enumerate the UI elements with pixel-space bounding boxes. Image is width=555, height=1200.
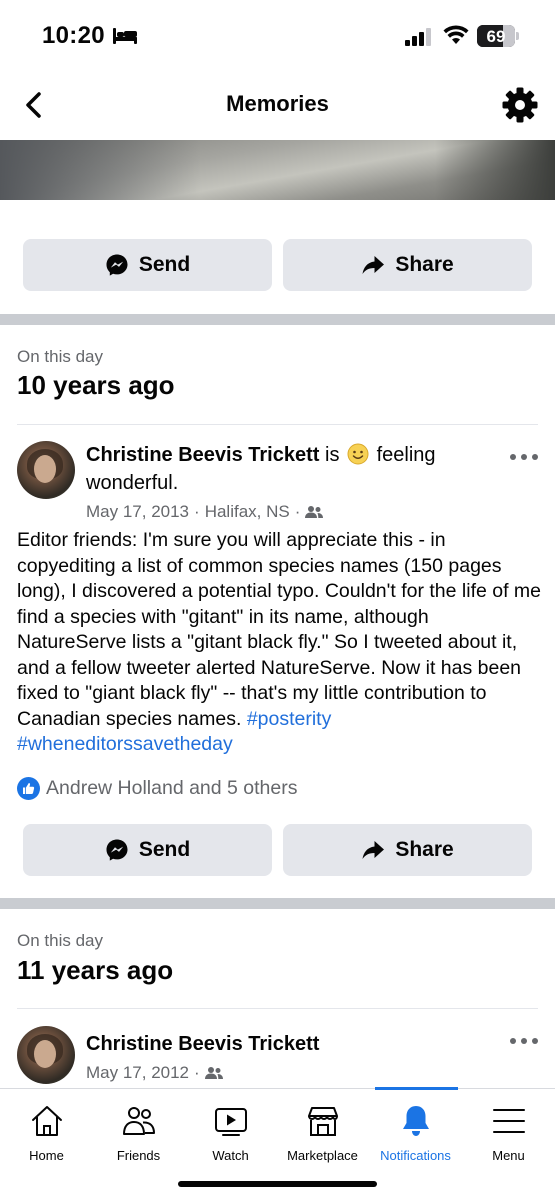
author-name[interactable]: Christine Beevis Trickett [86,444,319,466]
post-header: Christine Beevis Trickett [86,1030,486,1058]
section-divider [0,314,555,325]
feeling-text: feeling [376,444,436,466]
post-meta: May 17, 2012 · [86,1063,223,1083]
gear-icon[interactable] [501,86,539,124]
tab-friends[interactable]: Friends [92,1089,185,1169]
status-bar: 10:20 69 [0,0,555,70]
smiley-feeling-icon [347,443,369,465]
battery-level: 69 [486,27,506,46]
heading-divider [17,1008,538,1009]
avatar[interactable] [17,441,75,499]
home-indicator [178,1181,377,1187]
tab-label: Menu [492,1148,525,1163]
send-label: Send [138,838,191,861]
post-date[interactable]: May 17, 2013 [86,502,189,522]
on-this-day-label: On this day [17,347,103,366]
send-button[interactable]: Send [23,824,272,876]
post-header: Christine Beevis Trickett is feeling won… [86,441,486,497]
more-options-button[interactable] [510,1036,538,1046]
feeling-value: wonderful. [86,472,179,494]
messenger-icon [106,254,128,276]
post-action-row: Send Share [23,824,532,876]
more-options-button[interactable] [510,452,538,462]
status-time: 10:20 [42,22,105,49]
author-name[interactable]: Christine Beevis Trickett [86,1033,319,1055]
menu-icon [492,1109,525,1133]
meta-separator: · [194,1063,200,1082]
home-icon [31,1106,62,1136]
share-button[interactable]: Share [283,239,532,291]
send-label: Send [138,253,191,276]
reactions-summary[interactable]: Andrew Holland and 5 others [17,777,298,800]
tab-label: Notifications [380,1148,451,1163]
friends-icon [122,1107,155,1135]
on-this-day-label: On this day [17,931,103,950]
nav-header: Memories [0,70,555,140]
page-title: Memories [226,91,329,116]
section-divider [0,898,555,909]
watch-icon [214,1108,247,1136]
tab-label: Friends [116,1148,161,1163]
like-icon [17,777,40,800]
memory-photo[interactable] [0,140,555,200]
send-button[interactable]: Send [23,239,272,291]
marketplace-icon [307,1107,338,1136]
friends-audience-icon [305,506,324,518]
tab-label: Watch [212,1148,249,1163]
tab-watch[interactable]: Watch [184,1089,277,1169]
tab-home[interactable]: Home [0,1089,93,1169]
share-label: Share [395,838,454,861]
post-meta: May 17, 2013 · Halifax, NS · [86,502,324,522]
avatar[interactable] [17,1026,75,1084]
friends-audience-icon [204,1067,223,1079]
meta-separator: · [294,502,301,521]
cellular-signal-icon [405,28,431,46]
post-location[interactable]: Halifax, NS [205,502,290,522]
post-date[interactable]: May 17, 2012 [86,1063,189,1083]
share-label: Share [395,253,454,276]
is-text: is [325,444,340,466]
post-body: Editor friends: I'm sure you will apprec… [17,528,542,758]
years-ago-heading: 11 years ago [17,955,174,985]
tab-menu[interactable]: Menu [462,1089,555,1169]
tab-label: Home [29,1148,64,1163]
reactions-text: Andrew Holland and 5 others [46,777,298,799]
meta-separator: · [194,502,200,521]
battery-indicator: 69 [477,25,519,47]
wifi-icon [443,25,469,44]
years-ago-heading: 10 years ago [17,370,175,400]
share-arrow-icon [362,841,385,859]
tab-label: Marketplace [287,1148,358,1163]
post-text: Editor friends: I'm sure you will apprec… [17,529,542,730]
share-arrow-icon [362,256,385,274]
sleep-focus-icon [113,28,137,44]
tab-notifications[interactable]: Notifications [369,1089,462,1169]
top-action-row: Send Share [23,239,532,291]
hashtag-posterity[interactable]: #posterity [247,708,332,730]
tab-marketplace[interactable]: Marketplace [276,1089,369,1169]
heading-divider [17,424,538,425]
share-button[interactable]: Share [283,824,532,876]
bell-icon [402,1106,429,1136]
hashtag-wheneditorssavetheday[interactable]: #wheneditorssavetheday [17,733,233,755]
messenger-icon [106,839,128,861]
